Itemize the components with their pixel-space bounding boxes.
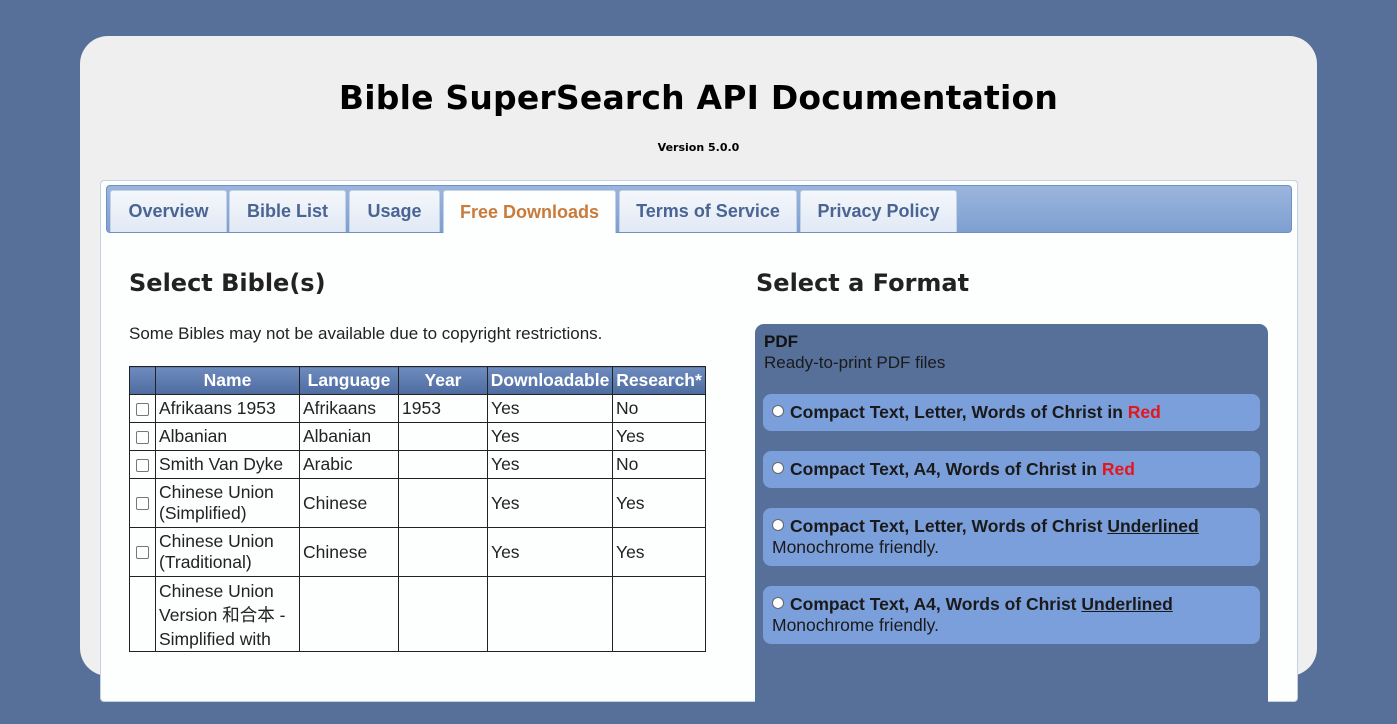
format-option-emphasis: Underlined xyxy=(1081,594,1173,614)
bible-downloadable: Yes xyxy=(487,394,613,423)
format-option[interactable]: Compact Text, Letter, Words of Christ in… xyxy=(763,394,1260,431)
table-header-row: Name Language Year Downloadable Research… xyxy=(129,366,706,395)
column-header-research[interactable]: Research* xyxy=(612,366,706,395)
format-option-join: in xyxy=(1081,459,1097,479)
row-checkbox-cell xyxy=(129,422,156,451)
tab-overview[interactable]: Overview xyxy=(110,190,227,232)
tab-bar: Overview Bible List Usage Free Downloads… xyxy=(106,185,1292,233)
checkbox-column-header xyxy=(129,366,156,395)
bible-year xyxy=(398,422,488,451)
bible-language: Chinese xyxy=(299,527,399,577)
bible-checkbox[interactable] xyxy=(136,458,149,472)
bible-year: 1953 xyxy=(398,394,488,423)
row-checkbox-cell xyxy=(129,527,156,577)
bible-name: Chinese Union (Traditional) xyxy=(155,527,300,577)
format-option-label: Compact Text, Letter, Words of Christ xyxy=(790,516,1103,536)
bibles-table: Name Language Year Downloadable Research… xyxy=(129,366,706,652)
table-row: Afrikaans 1953 Afrikaans 1953 Yes No xyxy=(129,394,706,423)
format-option-emphasis: Underlined xyxy=(1107,516,1199,536)
tab-bible-list[interactable]: Bible List xyxy=(229,190,346,232)
bible-language: Chinese xyxy=(299,478,399,528)
bible-name: Afrikaans 1953 xyxy=(155,394,300,423)
select-format-heading: Select a Format xyxy=(756,269,970,297)
bible-year xyxy=(398,478,488,528)
bible-checkbox[interactable] xyxy=(136,497,149,511)
table-row: Albanian Albanian Yes Yes xyxy=(129,422,706,451)
bible-language xyxy=(299,576,399,652)
bible-name: Albanian xyxy=(155,422,300,451)
format-option-label: Compact Text, Letter, Words of Christ xyxy=(790,402,1103,422)
format-option-subtext: Monochrome friendly. xyxy=(772,537,939,557)
format-radio[interactable] xyxy=(772,597,784,610)
tab-privacy-policy[interactable]: Privacy Policy xyxy=(800,190,957,232)
bible-downloadable: Yes xyxy=(487,527,613,577)
format-option-join: in xyxy=(1107,402,1123,422)
select-bibles-heading: Select Bible(s) xyxy=(129,269,326,297)
tab-free-downloads[interactable]: Free Downloads xyxy=(443,190,616,233)
table-row: Chinese Union (Traditional) Chinese Yes … xyxy=(129,527,706,577)
column-header-name[interactable]: Name xyxy=(155,366,300,395)
format-radio[interactable] xyxy=(772,405,784,418)
table-row: Chinese Union Version 和合本 - Simplified w… xyxy=(129,576,706,652)
format-group-description: Ready-to-print PDF files xyxy=(764,353,946,372)
format-option-emphasis: Red xyxy=(1127,402,1161,422)
bible-language: Afrikaans xyxy=(299,394,399,423)
page-title: Bible SuperSearch API Documentation xyxy=(338,78,1059,117)
column-header-year[interactable]: Year xyxy=(398,366,488,395)
bible-downloadable: Yes xyxy=(487,450,613,479)
tab-terms-of-service[interactable]: Terms of Service xyxy=(619,190,797,232)
bible-downloadable: Yes xyxy=(487,478,613,528)
table-row: Smith Van Dyke Arabic Yes No xyxy=(129,450,706,479)
format-option-emphasis: Red xyxy=(1101,459,1135,479)
bible-research: Yes xyxy=(612,527,706,577)
bible-research: No xyxy=(612,394,706,423)
row-checkbox-cell xyxy=(129,450,156,479)
bible-research: Yes xyxy=(612,422,706,451)
page-container: Bible SuperSearch API Documentation Vers… xyxy=(80,36,1317,724)
bible-year xyxy=(398,527,488,577)
copyright-note: Some Bibles may not be available due to … xyxy=(129,324,603,343)
column-header-language[interactable]: Language xyxy=(299,366,399,395)
format-option-subtext: Monochrome friendly. xyxy=(772,615,939,635)
version-label: Version 5.0.0 xyxy=(657,141,740,154)
bible-downloadable: Yes xyxy=(487,422,613,451)
bible-name: Smith Van Dyke xyxy=(155,450,300,479)
format-option-label: Compact Text, A4, Words of Christ xyxy=(790,594,1077,614)
bible-language: Albanian xyxy=(299,422,399,451)
bible-downloadable xyxy=(487,576,613,652)
bible-year xyxy=(398,450,488,479)
row-checkbox-cell xyxy=(129,394,156,423)
bible-name: Chinese Union (Simplified) xyxy=(155,478,300,528)
column-header-downloadable[interactable]: Downloadable xyxy=(487,366,613,395)
format-option-label: Compact Text, A4, Words of Christ xyxy=(790,459,1077,479)
tab-usage[interactable]: Usage xyxy=(349,190,440,232)
bible-year xyxy=(398,576,488,652)
bible-research: No xyxy=(612,450,706,479)
bible-checkbox[interactable] xyxy=(136,546,149,560)
bible-research xyxy=(612,576,706,652)
row-checkbox-cell xyxy=(129,478,156,528)
bible-language: Arabic xyxy=(299,450,399,479)
format-option[interactable]: Compact Text, A4, Words of Christ Underl… xyxy=(763,586,1260,644)
format-group-title: PDF xyxy=(764,332,798,351)
row-checkbox-cell xyxy=(129,576,156,652)
format-radio[interactable] xyxy=(772,519,784,532)
bible-research: Yes xyxy=(612,478,706,528)
bible-checkbox[interactable] xyxy=(136,402,149,416)
table-row: Chinese Union (Simplified) Chinese Yes Y… xyxy=(129,478,706,528)
format-group-pdf: PDF Ready-to-print PDF files Compact Tex… xyxy=(755,324,1268,724)
format-option[interactable]: Compact Text, A4, Words of Christ in Red xyxy=(763,451,1260,488)
format-option[interactable]: Compact Text, Letter, Words of Christ Un… xyxy=(763,508,1260,566)
format-radio[interactable] xyxy=(772,462,784,475)
bible-checkbox[interactable] xyxy=(136,430,149,444)
bible-name: Chinese Union Version 和合本 - Simplified w… xyxy=(155,576,300,652)
